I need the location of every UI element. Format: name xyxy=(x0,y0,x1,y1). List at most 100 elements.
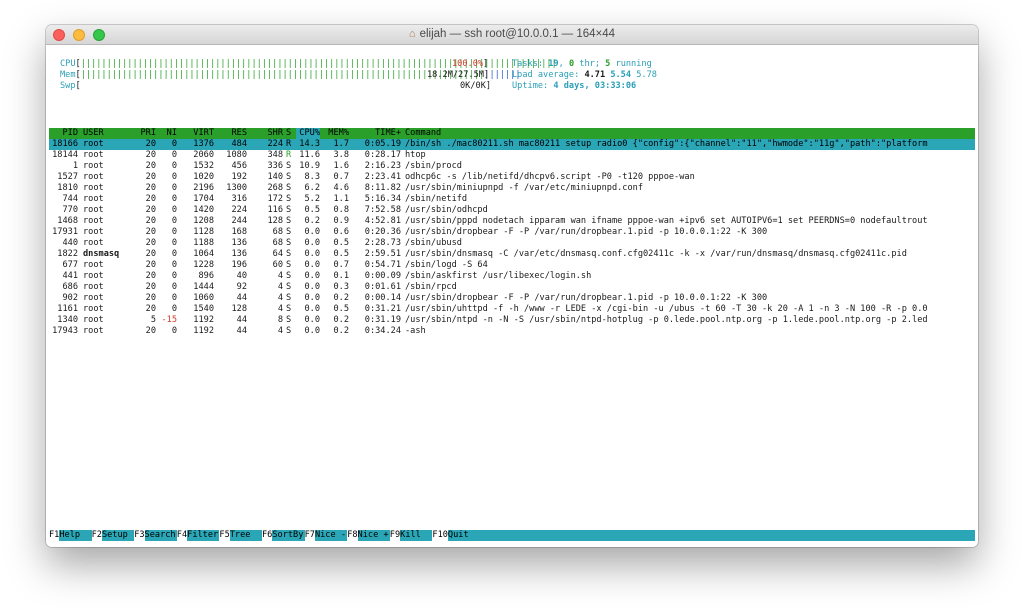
table-row[interactable]: 440 root 20 0 1188 136 68 S 0.0 0.5 2:28.73/sbin/u… xyxy=(49,238,975,249)
cpu-cell: 0.0 xyxy=(304,238,320,248)
fkey-label: Search xyxy=(144,530,176,540)
table-row[interactable]: 18144 root 20 0 2060 1080 348 R 11.6 3.8 0:28.17 ht… xyxy=(49,150,975,161)
command-cell: /sbin/askfirst /usr/libexec/login.sh xyxy=(405,271,592,281)
mem-cell: 0.5 xyxy=(333,304,349,314)
fkey-number: F2 xyxy=(91,530,102,541)
time-cell: 0:05.19 xyxy=(364,139,401,149)
res-cell: 136 xyxy=(231,249,247,259)
fkey-f4[interactable]: F4Filter xyxy=(176,530,218,541)
table-row[interactable]: 770 root 20 0 1420 224 116 S 0.5 0.8 7:52.58/usr/s… xyxy=(49,205,975,216)
col-time[interactable]: TIME+ xyxy=(358,128,401,139)
function-key-bar: F1Help F2Setup F3Search F4Filter F5Tree F6… xyxy=(49,530,975,541)
mem-cell: 1.7 xyxy=(333,139,349,149)
command-cell: /usr/sbin/dropbear -F -P /var/run/dropbe… xyxy=(405,227,768,237)
fkey-f2[interactable]: F2Setup xyxy=(91,530,133,541)
cpu-cell: 0.0 xyxy=(304,293,320,303)
fkey-label: Tree xyxy=(229,530,261,540)
col-res[interactable]: RES xyxy=(225,128,247,139)
nice-cell: 0 xyxy=(171,293,177,303)
table-row[interactable]: 441 root 20 0 896 40 4 S 0.0 0.1 0:00.09/sbin/askf… xyxy=(49,271,975,282)
command-cell: /usr/sbin/dropbear -F -P /var/run/dropbe… xyxy=(405,293,768,303)
col-user[interactable]: USER xyxy=(83,128,104,139)
mem-cell: 0.1 xyxy=(333,271,349,281)
state-cell: S xyxy=(286,293,292,303)
pid-cell: 1527 xyxy=(57,172,78,182)
mem-cell: 0.2 xyxy=(333,315,349,325)
res-cell: 1080 xyxy=(226,150,247,160)
col-mem[interactable]: MEM% xyxy=(325,128,349,139)
state-cell: S xyxy=(286,271,292,281)
priority-cell: 20 xyxy=(145,271,156,281)
table-row[interactable]: 1340 root 5 -15 1192 44 8 S 0.0 0.2 0:31.19/usr/sb… xyxy=(49,315,975,326)
table-row[interactable]: 1 root 20 0 1532 456 336 S 10.9 1.6 2:16.23/sbin/p… xyxy=(49,161,975,172)
fkey-f1[interactable]: F1Help xyxy=(49,530,90,541)
command-cell: /usr/sbin/uhttpd -f -h /www -r LEDE -x /… xyxy=(405,304,928,314)
priority-cell: 20 xyxy=(145,183,156,193)
fkey-label: Quit xyxy=(447,530,479,540)
table-row[interactable]: 1822 dnsmasq 20 0 1064 136 64 S 0.0 0.5 2:59.51/us… xyxy=(49,249,975,260)
shr-cell: 68 xyxy=(272,238,283,248)
table-row[interactable]: 677 root 20 0 1228 196 60 S 0.0 0.7 0:54.71/sbin/l… xyxy=(49,260,975,271)
table-row[interactable]: 686 root 20 0 1444 92 4 S 0.0 0.3 0:01.61/sbin/rpc… xyxy=(49,282,975,293)
nice-cell: 0 xyxy=(171,326,177,336)
res-cell: 316 xyxy=(231,194,247,204)
fkey-f8[interactable]: F8Nice + xyxy=(347,530,389,541)
table-row[interactable]: 1468 root 20 0 1208 244 128 S 0.2 0.9 4:52.81/usr/… xyxy=(49,216,975,227)
title-bar[interactable]: ⌂ elijah — ssh root@10.0.0.1 — 164×44 xyxy=(46,25,978,45)
col-shr[interactable]: SHR xyxy=(257,128,283,139)
fkey-f9[interactable]: F9Kill xyxy=(389,530,431,541)
virt-cell: 1188 xyxy=(193,238,214,248)
table-row[interactable]: 1161 root 20 0 1540 128 4 S 0.0 0.5 0:31.21/usr/sb… xyxy=(49,304,975,315)
shr-cell: 60 xyxy=(272,260,283,270)
tasks-count: 19 xyxy=(548,59,559,69)
col-ni[interactable]: NI xyxy=(160,128,177,139)
load-1min: 4.71 xyxy=(584,70,606,80)
table-row[interactable]: 1810 root 20 0 2196 1300 268 S 6.2 4.6 8:11.82/usr… xyxy=(49,183,975,194)
command-cell: odhcp6c -s /lib/netifd/dhcpv6.script -P0… xyxy=(405,172,695,182)
user-cell: root xyxy=(83,205,104,215)
fkey-f3[interactable]: F3Search xyxy=(134,530,176,541)
user-cell: root xyxy=(83,315,104,325)
user-cell: root xyxy=(83,238,104,248)
time-cell: 0:28.17 xyxy=(364,150,401,160)
col-cpu[interactable]: CPU% xyxy=(296,128,320,139)
priority-cell: 20 xyxy=(145,260,156,270)
mem-meter-label: Mem xyxy=(60,70,76,80)
res-cell: 40 xyxy=(236,271,247,281)
time-cell: 2:23.41 xyxy=(364,172,401,182)
fkey-number: F9 xyxy=(389,530,401,541)
time-cell: 0:20.36 xyxy=(364,227,401,237)
col-virt[interactable]: VIRT xyxy=(188,128,214,139)
table-row[interactable]: 17943 root 20 0 1192 44 4 S 0.0 0.2 0:34.24 -ash xyxy=(49,326,975,337)
col-command[interactable]: Command xyxy=(405,128,441,139)
table-row[interactable]: 744 root 20 0 1704 316 172 S 5.2 1.1 5:16.34/sbin/… xyxy=(49,194,975,205)
res-cell: 92 xyxy=(236,282,247,292)
fkey-f10[interactable]: F10Quit xyxy=(432,530,479,541)
col-pid[interactable]: PID xyxy=(49,128,78,139)
fkey-f6[interactable]: F6SortBy xyxy=(262,530,303,541)
home-icon: ⌂ xyxy=(408,28,416,40)
state-cell: S xyxy=(286,238,292,248)
virt-cell: 1208 xyxy=(193,216,214,226)
user-cell: dnsmasq xyxy=(83,249,120,259)
user-cell: root xyxy=(83,326,104,336)
table-row[interactable]: 1527 root 20 0 1020 192 140 S 8.3 0.7 2:23.41 odhcp… xyxy=(49,172,975,183)
col-pri[interactable]: PRI xyxy=(139,128,156,139)
terminal-content[interactable]: CPU [||||||||||||||||||||||||||||||||||||… xyxy=(46,46,978,547)
time-cell: 0:01.61 xyxy=(364,282,401,292)
res-cell: 224 xyxy=(231,205,247,215)
cpu-cell: 0.0 xyxy=(304,249,320,259)
nice-cell: 0 xyxy=(171,194,177,204)
swp-meter-value: 0K/0K xyxy=(460,81,486,91)
table-row-selected[interactable]: 18166 root 20 0 1376 484 224 R 14.3 1.7 0:05.19/bi… xyxy=(49,139,975,150)
cpu-cell: 0.0 xyxy=(304,282,320,292)
nice-cell: 0 xyxy=(171,150,177,160)
fkey-f7[interactable]: F7Nice - xyxy=(304,530,346,541)
table-row[interactable]: 17931 root 20 0 1128 168 68 S 0.0 0.6 0:20.36/usr/… xyxy=(49,227,975,238)
fkey-f5[interactable]: F5Tree xyxy=(219,530,260,541)
nice-cell: 0 xyxy=(171,249,177,259)
table-row[interactable]: 902 root 20 0 1060 44 4 S 0.0 0.2 0:00.14/usr/sbin… xyxy=(49,293,975,304)
mem-cell: 0.2 xyxy=(333,326,349,336)
mem-cell: 3.8 xyxy=(333,150,349,160)
col-state[interactable]: S xyxy=(286,128,294,139)
